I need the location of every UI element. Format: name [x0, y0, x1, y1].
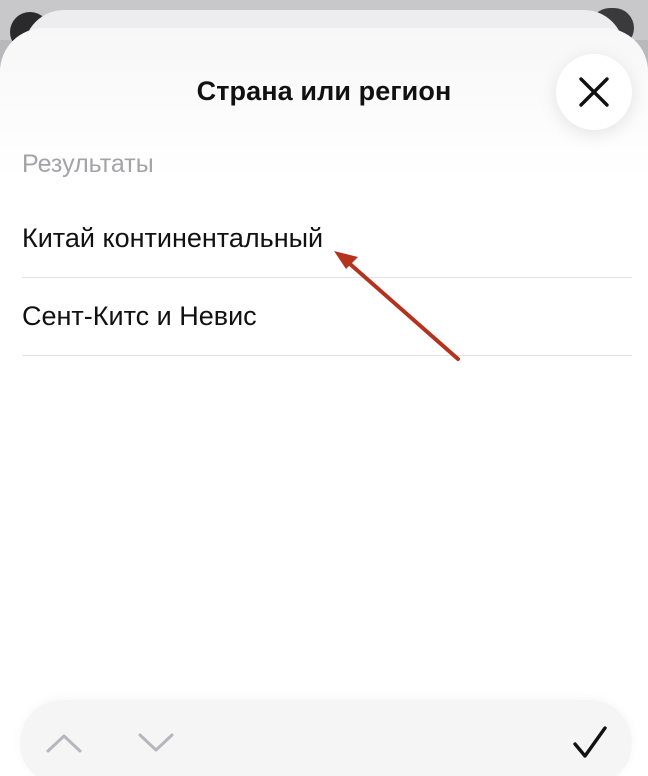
- done-button[interactable]: [560, 700, 620, 776]
- sheet-title: Страна или регион: [196, 76, 452, 106]
- close-icon: [579, 77, 609, 107]
- list-item-china-mainland[interactable]: Китай континентальный: [22, 200, 632, 278]
- results-section-label: Результаты: [22, 150, 154, 178]
- chevron-down-icon: [138, 733, 174, 752]
- chevron-up-icon: [46, 734, 82, 753]
- results-list: Китай континентальный Сент-Китс и Невис: [22, 200, 632, 356]
- country-region-sheet: Страна или регион Результаты Китай конти…: [0, 28, 648, 776]
- previous-button[interactable]: [34, 700, 94, 776]
- list-item-saint-kitts-nevis[interactable]: Сент-Китс и Невис: [22, 278, 632, 356]
- list-item-label: Сент-Китс и Невис: [22, 301, 257, 331]
- checkmark-icon: [573, 726, 607, 758]
- next-button[interactable]: [126, 700, 186, 776]
- close-button[interactable]: [556, 54, 632, 130]
- list-item-label: Китай континентальный: [22, 223, 324, 253]
- keyboard-toolbar: [20, 700, 632, 776]
